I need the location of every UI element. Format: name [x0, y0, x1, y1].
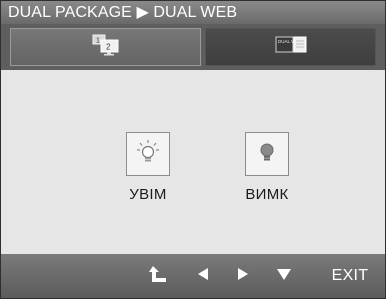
options-panel: УВІМ ВИМК: [1, 70, 385, 254]
return-button[interactable]: [146, 254, 172, 298]
dual-web-icon: DUAL WEB: [274, 34, 308, 61]
svg-text:2: 2: [106, 42, 111, 51]
option-off-box[interactable]: [245, 132, 289, 176]
right-button[interactable]: [233, 254, 253, 298]
down-button[interactable]: [273, 254, 295, 298]
tab-bar: 1 2 DUAL WEB: [1, 24, 385, 70]
option-off[interactable]: ВИМК: [227, 132, 307, 203]
exit-button[interactable]: EXIT: [327, 254, 373, 298]
osd-window: DUAL PACKAGE ▶ DUAL WEB 1 2 DUAL WEB УВІ…: [0, 0, 386, 299]
bulb-on-icon: [136, 139, 160, 170]
tab-dual-package[interactable]: 1 2: [10, 28, 201, 66]
tab-dual-web[interactable]: DUAL WEB: [205, 28, 376, 66]
return-arrow-icon: [149, 264, 169, 289]
left-button[interactable]: [193, 254, 213, 298]
arrow-down-icon: [276, 267, 292, 286]
svg-text:1: 1: [96, 37, 100, 44]
arrow-right-icon: [236, 267, 250, 286]
option-on-label: УВІМ: [129, 186, 167, 203]
dual-monitor-icon: 1 2: [91, 34, 121, 61]
option-on[interactable]: УВІМ: [108, 132, 188, 203]
arrow-left-icon: [196, 267, 210, 286]
option-off-label: ВИМК: [245, 186, 289, 203]
bulb-off-icon: [255, 139, 279, 170]
navigation-bar: EXIT: [1, 254, 385, 298]
page-title: DUAL PACKAGE ▶ DUAL WEB: [1, 1, 385, 24]
option-on-box[interactable]: [126, 132, 170, 176]
